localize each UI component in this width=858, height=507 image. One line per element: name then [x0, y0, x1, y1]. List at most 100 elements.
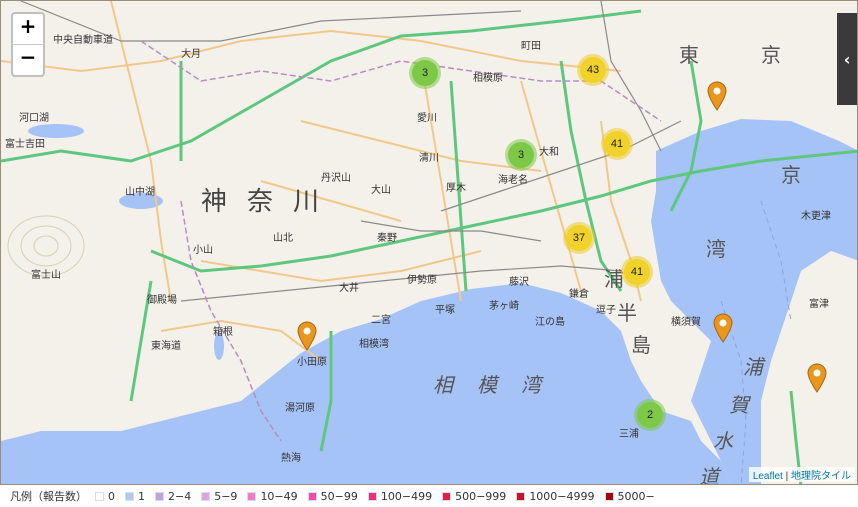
gsi-tiles-link[interactable]: 地理院タイル [791, 471, 851, 482]
label-hakone: 箱根 [213, 327, 233, 338]
marker-cluster-count: 3 [412, 60, 438, 86]
label-odawara: 小田原 [297, 357, 327, 368]
legend-item: 10−49 [247, 489, 298, 503]
map-pin-icon[interactable] [297, 321, 317, 351]
label-miura-city: 三浦 [619, 429, 639, 440]
marker-cluster[interactable]: 3 [505, 139, 537, 171]
label-hiratsuka: 平塚 [435, 305, 455, 316]
label-tokyo-higashi: 東 [679, 43, 699, 67]
legend-item: 0 [95, 490, 115, 503]
legend-label: 2−4 [168, 489, 192, 503]
label-fujiyoshida: 富士吉田 [5, 139, 45, 150]
legend-swatch [155, 491, 164, 501]
legend-item: 50−99 [307, 490, 358, 503]
zoom-out-button[interactable]: − [13, 44, 43, 75]
label-chuo-expressway: 中央自動車道 [53, 35, 113, 46]
legend-label: 5000− [617, 489, 655, 503]
legend-swatch [307, 491, 317, 501]
legend-label: 500−999 [455, 489, 507, 503]
legend-item: 2−4 [155, 490, 191, 503]
label-tokaido: 東海道 [151, 341, 181, 352]
label-zushi: 逗子 [596, 305, 616, 316]
label-oyamacho: 小山 [193, 245, 213, 256]
legend-item: 100−499 [367, 489, 433, 503]
marker-cluster[interactable]: 41 [621, 256, 653, 288]
map-pin-icon[interactable] [713, 313, 733, 343]
legend-label: 1000−4999 [529, 489, 595, 503]
label-otsuki: 大月 [181, 49, 201, 60]
zoom-in-button[interactable]: + [13, 14, 43, 44]
marker-cluster[interactable]: 41 [601, 128, 633, 160]
label-ninomiya: 二宮 [371, 315, 391, 326]
label-atami: 熱海 [281, 453, 301, 464]
label-isehara: 伊勢原 [407, 275, 437, 286]
label-kawaguchiko: 河口湖 [19, 113, 49, 124]
marker-cluster[interactable]: 37 [563, 222, 595, 254]
label-kanagawa: 神奈川 [201, 187, 340, 217]
map-attribution: Leaflet | 地理院タイル [748, 467, 855, 482]
label-yokosuka: 横須賀 [671, 317, 701, 328]
marker-cluster-count: 41 [604, 131, 630, 157]
zoom-control: + − [11, 12, 45, 77]
label-kiyokawa: 清川 [419, 153, 439, 164]
label-machida: 町田 [521, 41, 541, 52]
legend-swatch [516, 491, 526, 501]
legend-label: 1 [138, 489, 145, 503]
legend-swatch [95, 491, 104, 501]
label-tokyo-kyo: 京 [761, 43, 781, 67]
map-viewport[interactable]: 神奈川 相模湾 湾 京 東 京 浦 半 島 浦 賀 水 道 山北 秦野 厚木 海… [0, 0, 858, 485]
legend-item: 5−9 [201, 490, 237, 503]
legend-label: 10−49 [260, 489, 298, 503]
label-fujisan: 富士山 [31, 270, 61, 281]
label-gotemba: 御殿場 [147, 295, 177, 306]
label-kisarazu: 木更津 [801, 211, 831, 222]
label-kamakura: 鎌倉 [569, 289, 589, 300]
marker-cluster-count: 2 [637, 402, 663, 428]
legend-item: 500−999 [442, 490, 506, 503]
leaflet-link[interactable]: Leaflet [753, 471, 783, 482]
label-miura-2: 半 [617, 301, 637, 325]
label-sagamihara: 相模原 [473, 73, 503, 84]
attribution-separator: | [782, 471, 791, 482]
label-uraga-3: 水 [713, 429, 733, 453]
label-enoshima: 江の島 [535, 317, 565, 328]
marker-cluster-count: 43 [580, 57, 606, 83]
label-fujisawa: 藤沢 [509, 277, 529, 288]
map-page: 神奈川 相模湾 湾 京 東 京 浦 半 島 浦 賀 水 道 山北 秦野 厚木 海… [0, 0, 858, 507]
legend-swatch [247, 491, 257, 501]
legend-label: 100−499 [380, 489, 433, 503]
chevron-left-icon: ‹ [843, 49, 851, 69]
label-sagami-bay: 相模湾 [433, 373, 565, 397]
marker-cluster[interactable]: 3 [409, 57, 441, 89]
legend-bar: 凡例（報告数） 0 1 2−4 5−9 10−49 50−99 100−499 … [0, 485, 858, 507]
label-futtsu: 富津 [809, 299, 829, 310]
label-ooi: 大井 [339, 283, 359, 294]
label-yamanakako: 山中湖 [125, 187, 155, 198]
label-miura-3: 島 [631, 333, 651, 357]
map-pin-icon[interactable] [707, 81, 727, 111]
label-yugawara: 湯河原 [285, 403, 315, 414]
label-atsugi: 厚木 [446, 183, 466, 194]
label-yamato: 大和 [539, 147, 559, 158]
label-tokyo-bay: 湾 [706, 237, 726, 261]
legend-label: 5−9 [214, 489, 238, 503]
label-sagamiwan-coast: 相模湾 [359, 339, 389, 350]
legend-title: 凡例（報告数） [10, 490, 87, 503]
legend-item: 5000− [604, 489, 655, 503]
label-ebina: 海老名 [498, 175, 528, 186]
marker-cluster-count: 37 [566, 225, 592, 251]
label-tanzawa: 丹沢山 [321, 173, 351, 184]
marker-cluster-count: 41 [624, 259, 650, 285]
marker-cluster-count: 3 [508, 142, 534, 168]
label-yamakita: 山北 [273, 233, 293, 244]
legend-item: 1 [125, 490, 145, 503]
label-hadano: 秦野 [377, 233, 397, 244]
marker-cluster[interactable]: 43 [577, 54, 609, 86]
marker-cluster[interactable]: 2 [634, 399, 666, 431]
label-aikawa: 愛川 [417, 113, 437, 124]
legend-swatch [125, 491, 134, 501]
label-chigasaki: 茅ヶ崎 [489, 301, 519, 312]
legend-swatch [604, 491, 614, 501]
side-panel-toggle-button[interactable]: ‹ [837, 13, 857, 105]
map-pin-icon[interactable] [807, 363, 827, 393]
